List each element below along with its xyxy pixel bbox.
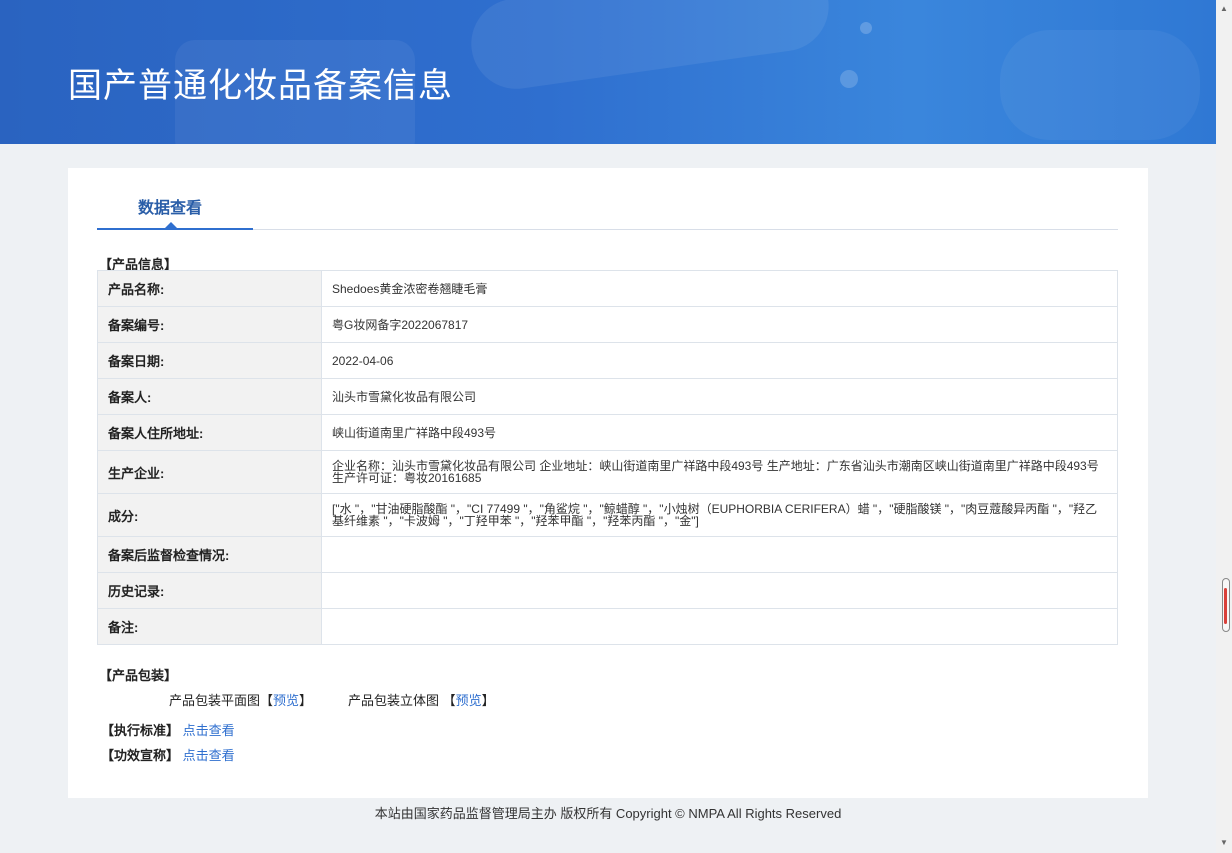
table-row: 成分: ["水 "，"甘油硬脂酸酯 "，"CI 77499 "，"角鲨烷 "，"… <box>97 493 1118 537</box>
tab-active-indicator <box>97 228 253 230</box>
page-title: 国产普通化妆品备案信息 <box>68 67 453 105</box>
table-row: 历史记录: <box>97 572 1118 609</box>
packaging-flat: 产品包装平面图【预览】 <box>169 690 312 709</box>
row-value <box>321 608 1118 645</box>
row-value: 2022-04-06 <box>321 342 1118 379</box>
row-value: Shedoes黄金浓密卷翘睫毛膏 <box>321 270 1118 307</box>
row-key: 备案日期: <box>97 342 322 379</box>
efficacy-label: 【功效宣称】 <box>101 748 180 763</box>
scroll-down-icon[interactable]: ▼ <box>1220 838 1228 847</box>
tab-caret-icon <box>165 222 177 228</box>
row-key: 历史记录: <box>97 572 322 609</box>
row-value: 峡山街道南里广祥路中段493号 <box>321 414 1118 451</box>
section-packaging: 【产品包装】 <box>99 668 178 683</box>
row-key: 备注: <box>97 608 322 645</box>
preview-flat-link[interactable]: 预览 <box>273 693 299 708</box>
table-row: 产品名称: Shedoes黄金浓密卷翘睫毛膏 <box>97 270 1118 307</box>
row-value: 粤G妆网备字2022067817 <box>321 306 1118 343</box>
bracket: 【 <box>260 693 274 708</box>
table-row: 备案人: 汕头市雪黛化妆品有限公司 <box>97 378 1118 415</box>
tab-data-view[interactable]: 数据查看 <box>138 194 202 218</box>
row-key: 备案人: <box>97 378 322 415</box>
row-key: 备案人住所地址: <box>97 414 322 451</box>
table-row: 备案编号: 粤G妆网备字2022067817 <box>97 306 1118 343</box>
vertical-scrollbar[interactable]: ▲ ▼ <box>1216 0 1232 853</box>
row-value: ["水 "，"甘油硬脂酸酯 "，"CI 77499 "，"角鲨烷 "，"鲸蜡醇 … <box>321 493 1118 537</box>
standard-label: 【执行标准】 <box>101 723 180 738</box>
scrollbar-thumb-indicator <box>1224 588 1227 624</box>
row-value <box>321 572 1118 609</box>
row-key: 成分: <box>97 493 322 537</box>
table-row: 备案后监督检查情况: <box>97 536 1118 573</box>
table-row: 备案人住所地址: 峡山街道南里广祥路中段493号 <box>97 414 1118 451</box>
table-row: 备注: <box>97 608 1118 645</box>
banner-decoration <box>860 22 872 34</box>
efficacy-row: 【功效宣称】 点击查看 <box>101 745 235 764</box>
packaging-flat-label: 产品包装平面图 <box>169 693 261 708</box>
row-value <box>321 536 1118 573</box>
packaging-solid: 产品包装立体图 【预览】 <box>348 690 495 709</box>
row-key: 生产企业: <box>97 450 322 494</box>
row-value: 企业名称：汕头市雪黛化妆品有限公司 企业地址：峡山街道南里广祥路中段493号 生… <box>321 450 1118 494</box>
banner-decoration <box>1000 30 1200 140</box>
preview-solid-link[interactable]: 预览 <box>456 693 482 708</box>
scroll-up-icon[interactable]: ▲ <box>1220 4 1228 13</box>
bracket: 【 <box>442 693 456 708</box>
row-key: 备案编号: <box>97 306 322 343</box>
efficacy-link[interactable]: 点击查看 <box>183 748 235 763</box>
standard-link[interactable]: 点击查看 <box>183 723 235 738</box>
packaging-solid-label: 产品包装立体图 <box>348 693 440 708</box>
row-key: 产品名称: <box>97 270 322 307</box>
bracket: 】 <box>481 693 495 708</box>
banner-decoration <box>840 70 858 88</box>
table-row: 备案日期: 2022-04-06 <box>97 342 1118 379</box>
row-key: 备案后监督检查情况: <box>97 536 322 573</box>
footer-copyright: 本站由国家药品监督管理局主办 版权所有 Copyright © NMPA All… <box>374 806 842 821</box>
bracket: 】 <box>299 693 313 708</box>
table-row: 生产企业: 企业名称：汕头市雪黛化妆品有限公司 企业地址：峡山街道南里广祥路中段… <box>97 450 1118 494</box>
product-info-table: 产品名称: Shedoes黄金浓密卷翘睫毛膏 备案编号: 粤G妆网备字20220… <box>97 270 1118 645</box>
content-card: 数据查看 【产品信息】 产品名称: Shedoes黄金浓密卷翘睫毛膏 备案编号:… <box>68 168 1148 798</box>
header-banner: 国产普通化妆品备案信息 <box>0 0 1216 144</box>
banner-decoration <box>465 0 835 95</box>
row-value: 汕头市雪黛化妆品有限公司 <box>321 378 1118 415</box>
standard-row: 【执行标准】 点击查看 <box>101 720 235 739</box>
